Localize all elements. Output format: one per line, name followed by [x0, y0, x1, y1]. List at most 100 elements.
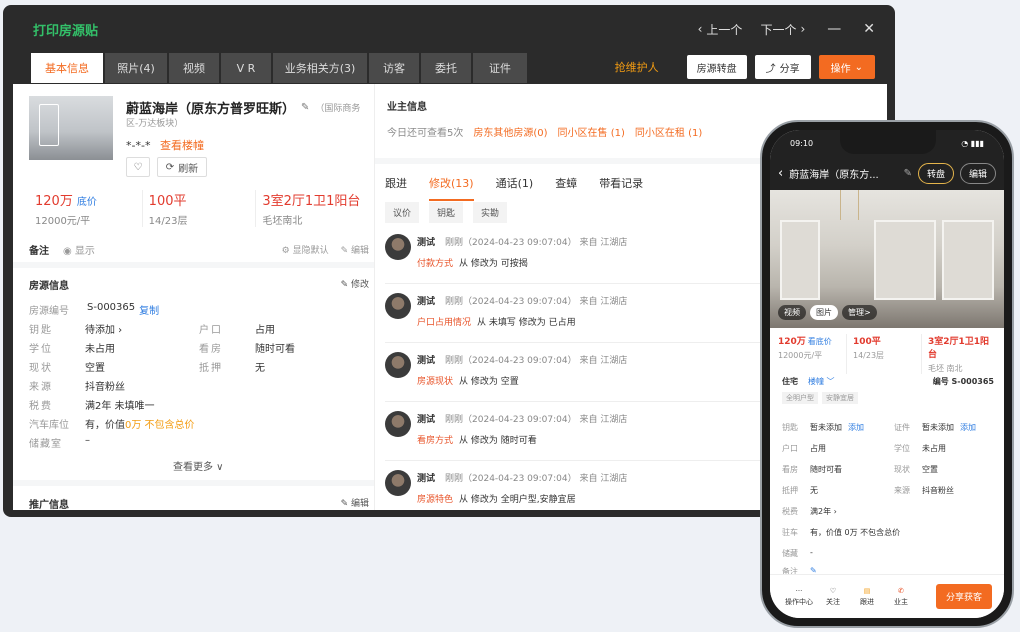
- phone-tax-value[interactable]: 满2年 ›: [810, 506, 837, 517]
- photo-manage-button[interactable]: 管理>: [842, 305, 877, 320]
- tab-check[interactable]: 查蟑: [555, 175, 577, 191]
- copy-link[interactable]: 复制: [139, 302, 159, 317]
- transfer-button[interactable]: 房源转盘: [686, 55, 747, 79]
- show-label: 显示: [74, 246, 95, 257]
- phone-transfer-button[interactable]: 转盘: [917, 162, 954, 184]
- heart-icon: ♡: [133, 161, 143, 173]
- phone-key-add[interactable]: 添加: [848, 422, 864, 433]
- favorite-button[interactable]: ♡: [126, 157, 150, 177]
- phone-key-label: 钥匙: [782, 423, 798, 432]
- property-district: （国际商务: [315, 104, 361, 114]
- log-text: 从 未填写 修改为 已占用: [477, 318, 576, 328]
- log-text: 从 修改为 全明户型,安静宜居: [459, 495, 576, 505]
- phone-cert-add[interactable]: 添加: [960, 422, 976, 433]
- chip-key[interactable]: 钥匙: [429, 202, 464, 223]
- avatar: [385, 470, 411, 496]
- share-customers-button[interactable]: 分享获客: [935, 584, 992, 609]
- tab-visitors[interactable]: 访客: [369, 53, 419, 83]
- action-button[interactable]: 操作 ⌄: [818, 55, 875, 79]
- tab-modifications[interactable]: 修改(13): [429, 175, 474, 201]
- tab-track[interactable]: ▤ 跟进: [850, 587, 884, 607]
- phone-layout: 3室2厅1卫1阳台: [928, 337, 990, 360]
- same-community-sale-link[interactable]: 同小区在售 (1): [558, 124, 625, 139]
- phone-notch: [840, 130, 936, 154]
- tab-vr[interactable]: V R: [221, 53, 271, 83]
- refresh-button[interactable]: ⟳ 刷新: [157, 157, 207, 177]
- tab-owner-label: 业主: [894, 597, 908, 606]
- photo-image-button[interactable]: 图片: [810, 305, 838, 320]
- print-listing-title[interactable]: 打印房源贴: [33, 20, 98, 39]
- edit-icon[interactable]: ✎: [904, 168, 912, 179]
- tab-entrust[interactable]: 委托: [421, 53, 471, 83]
- house-info-edit-button[interactable]: ✎ 修改: [341, 277, 369, 292]
- tab-calls[interactable]: 通话(1): [496, 175, 534, 191]
- tab-photos[interactable]: 照片(4): [105, 53, 167, 83]
- photo-video-button[interactable]: 视频: [778, 305, 806, 320]
- phone-row-status: 现状 空置: [894, 464, 938, 475]
- area-value: 100平: [148, 194, 187, 209]
- info-row-status: 现状 空置: [29, 359, 105, 374]
- close-icon[interactable]: ✕: [863, 21, 875, 37]
- view-more-button[interactable]: 查看更多 ∨: [173, 458, 224, 473]
- chip-survey[interactable]: 实勘: [473, 202, 508, 223]
- share-button[interactable]: ⤴ 分享: [754, 55, 811, 79]
- edit-icon[interactable]: ✎: [301, 102, 309, 113]
- chip-negotiate[interactable]: 议价: [385, 202, 420, 223]
- remark-label: 备注: [29, 246, 49, 257]
- phone-storage-value: -: [810, 548, 813, 557]
- tab-basic-info[interactable]: 基本信息: [31, 53, 103, 83]
- tab-certificates[interactable]: 证件: [473, 53, 527, 83]
- masked-unit: *-*-*: [126, 139, 151, 152]
- grab-maintainer-link[interactable]: 抢维护人: [615, 59, 659, 75]
- hide-default-label: 显隐默认: [292, 246, 329, 256]
- phone-floor-price-link[interactable]: 看底价: [808, 337, 832, 346]
- hide-default-button[interactable]: ⚙ 显隐默认: [282, 243, 329, 256]
- phone-school-label: 学位: [894, 444, 910, 453]
- phone-type-row: 住宅 楼幢 ﹀ 编号 S-000365: [782, 376, 994, 387]
- tab-follow[interactable]: ♡ 关注: [816, 587, 850, 607]
- clipboard-icon: ▤: [863, 586, 871, 595]
- phone-status-value: 空置: [922, 465, 938, 474]
- tab-follow-up[interactable]: 跟进: [385, 175, 407, 191]
- key-value[interactable]: 待添加 ›: [85, 321, 122, 336]
- phone-edit-button[interactable]: 编辑: [959, 162, 996, 184]
- phone-number: 编号 S-000365: [932, 377, 994, 386]
- log-text: 从 修改为 可按揭: [459, 259, 528, 269]
- floor-price-link[interactable]: 底价: [77, 197, 97, 208]
- remark-edit-button[interactable]: ✎ 编辑: [341, 243, 369, 256]
- log-field: 房源现状: [417, 377, 454, 387]
- same-community-rent-link[interactable]: 同小区在租 (1): [635, 124, 702, 139]
- back-icon[interactable]: ‹: [778, 166, 783, 181]
- log-meta: 刚刚（2024-04-23 09:07:04） 来自 江湖店: [445, 415, 628, 425]
- phone-type: 住宅: [782, 377, 798, 386]
- property-photo[interactable]: 视频 图片 管理>: [770, 190, 1004, 328]
- info-row-garage: 汽车库位 有，价值 0万 不包含总价: [29, 416, 195, 431]
- phone-tab-bar: ··· 操作中心 ♡ 关注 ▤ 跟进 ✆ 业主 分享获客: [770, 574, 1004, 618]
- owner-other-listings-link[interactable]: 房东其他房源(0): [473, 124, 547, 139]
- tab-viewing-records[interactable]: 带看记录: [599, 175, 643, 191]
- promo-edit-button[interactable]: ✎ 编辑: [341, 496, 369, 510]
- property-title: 蔚蓝海岸（原东方普罗旺斯） ✎ （国际商务: [126, 98, 371, 117]
- tab-owner[interactable]: ✆ 业主: [884, 587, 918, 607]
- garage-label: 汽车库位: [29, 420, 69, 431]
- house-info-edit-label: 修改: [350, 280, 369, 290]
- tab-video[interactable]: 视频: [169, 53, 219, 83]
- log-meta: 刚刚（2024-04-23 09:07:04） 来自 江湖店: [445, 474, 628, 484]
- share-icon: ⤴: [765, 63, 776, 75]
- phone-unit-link[interactable]: 楼幢 ﹀: [808, 376, 835, 387]
- property-thumbnail[interactable]: [29, 96, 113, 160]
- stat-layout: 3室2厅1卫1阳台 毛坯南北: [255, 190, 369, 227]
- tab-business-parties[interactable]: 业务相关方(3): [273, 53, 367, 83]
- prev-button[interactable]: ‹ 上一个: [698, 21, 743, 38]
- view-unit-link[interactable]: 查看楼幢: [160, 139, 204, 152]
- owner-info-row: 今日还可查看5次 房东其他房源(0) 同小区在售 (1) 同小区在租 (1): [387, 124, 702, 139]
- phone-hukou-value: 占用: [810, 444, 826, 453]
- next-button[interactable]: 下一个 ›: [760, 21, 805, 38]
- viewing-label: 看房: [199, 344, 223, 355]
- log-user: 测试: [417, 356, 436, 366]
- show-toggle[interactable]: ◉ 显示: [63, 242, 95, 257]
- minimize-icon[interactable]: —: [827, 21, 841, 37]
- tab-operation-center[interactable]: ··· 操作中心: [782, 587, 816, 607]
- avatar: [385, 411, 411, 437]
- phone-call-icon: ✆: [898, 586, 904, 595]
